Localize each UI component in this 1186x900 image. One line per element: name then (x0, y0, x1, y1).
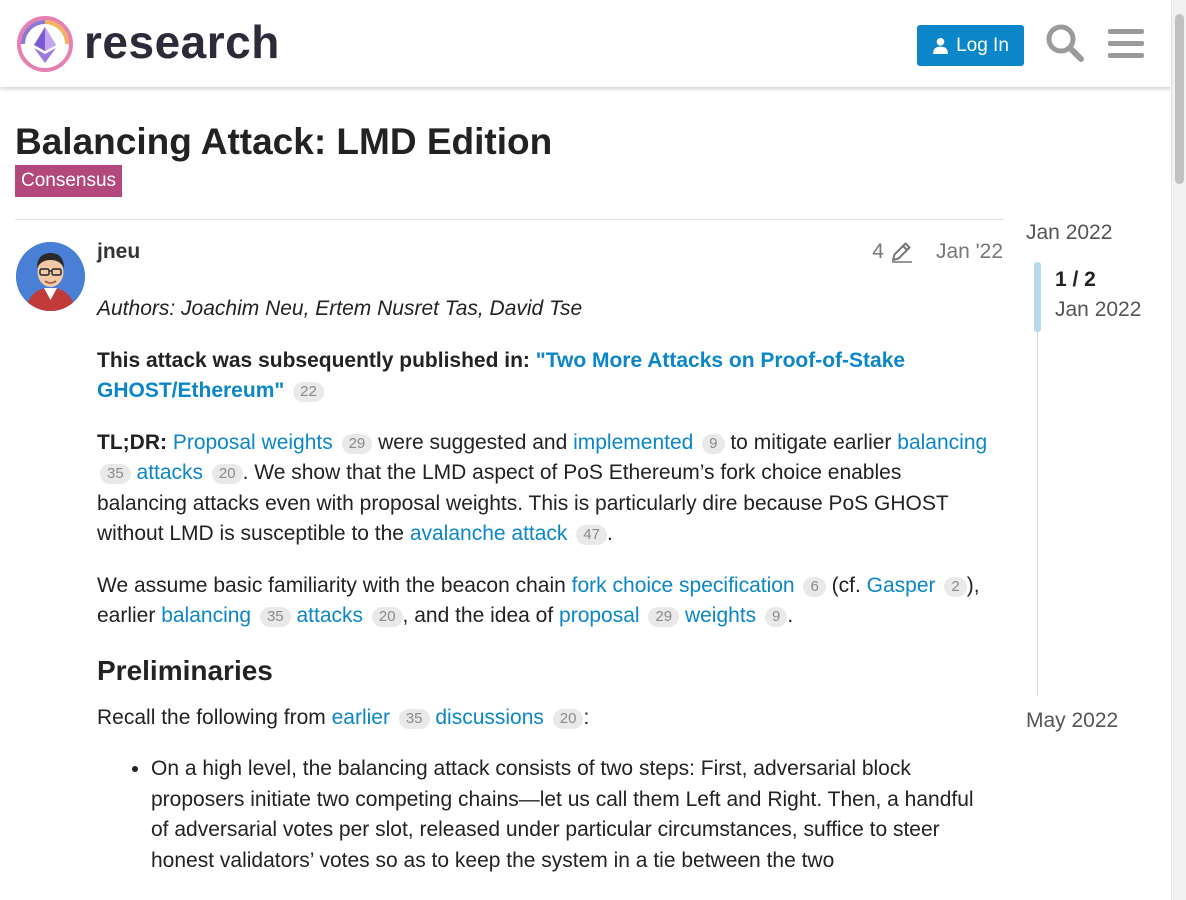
click-count-badge: 35 (259, 607, 291, 627)
post-username[interactable]: jneu (97, 240, 140, 264)
click-count-badge: 9 (765, 607, 788, 627)
gasper-link[interactable]: Gasper (867, 574, 936, 597)
pencil-icon (891, 242, 912, 263)
earlier-link[interactable]: earlier (332, 706, 390, 729)
implemented-link[interactable]: implemented (573, 431, 693, 454)
post-date[interactable]: Jan '22 (936, 240, 1003, 264)
click-count-badge: 9 (702, 433, 725, 454)
authors-line: Authors: Joachim Neu, Ertem Nusret Tas, … (97, 297, 583, 320)
timeline-position-date: Jan 2022 (1055, 298, 1142, 321)
body-text: were suggested and (372, 430, 574, 454)
body-text: . (787, 604, 794, 627)
tldr-paragraph: TL;DR: Proposal weights 29 were suggeste… (97, 428, 992, 550)
body-text: to mitigate earlier (724, 430, 898, 454)
timeline-scroller-handle[interactable] (1034, 262, 1041, 332)
tldr-label: TL;DR: (97, 430, 167, 454)
timeline-position: 1 / 2 (1055, 268, 1096, 291)
click-count-badge: 35 (100, 464, 131, 484)
login-label: Log In (956, 34, 1009, 56)
topic-title[interactable]: Balancing Attack: LMD Edition (15, 121, 552, 163)
timeline-end-date[interactable]: May 2022 (1026, 709, 1118, 733)
click-count-badge: 35 (398, 708, 430, 729)
weights-link[interactable]: weights (685, 604, 756, 627)
click-count-badge: 20 (211, 464, 243, 484)
avalanche-attack-link[interactable]: avalanche attack (410, 522, 568, 545)
search-icon[interactable] (1044, 22, 1086, 64)
site-header: research Log In (0, 0, 1171, 87)
page-scrollbar[interactable] (1171, 0, 1186, 900)
publication-prefix: This attack was subsequently published i… (97, 348, 536, 372)
body-text: . (606, 522, 613, 545)
post-body: Authors: Joachim Neu, Ertem Nusret Tas, … (97, 294, 992, 876)
list-item: On a high level, the balancing attack co… (151, 754, 992, 876)
body-text: Recall the following from (97, 705, 332, 729)
proposal-weights-link[interactable]: Proposal weights (173, 431, 333, 454)
publication-paragraph: This attack was subsequently published i… (97, 346, 992, 407)
click-count-badge: 47 (576, 525, 607, 545)
assumptions-paragraph: We assume basic familiarity with the bea… (97, 571, 992, 632)
click-count-badge: 29 (648, 607, 680, 627)
click-count-badge: 22 (293, 382, 324, 402)
edit-count: 4 (872, 240, 884, 263)
preliminaries-list: On a high level, the balancing attack co… (151, 754, 992, 876)
site-logo[interactable]: research (16, 15, 280, 73)
click-count-badge: 29 (341, 433, 373, 454)
edit-history-button[interactable]: 4 (872, 240, 914, 264)
click-count-badge: 6 (803, 576, 826, 597)
category-badge[interactable]: Consensus (15, 165, 123, 197)
avatar-image (16, 242, 85, 311)
user-icon (933, 37, 949, 54)
body-text: We assume basic familiarity with the bea… (97, 573, 572, 597)
balancing-link[interactable]: balancing (897, 431, 987, 454)
body-text: : (583, 705, 590, 729)
balancing-link[interactable]: balancing (161, 604, 251, 627)
ethereum-logo-icon (17, 16, 73, 72)
timeline-start-date[interactable]: Jan 2022 (1026, 221, 1112, 245)
fork-choice-spec-link[interactable]: fork choice specification (572, 574, 795, 597)
recall-paragraph: Recall the following from earlier 35 dis… (97, 703, 992, 734)
post-meta: 4 Jan '22 (872, 240, 1003, 264)
attacks-link[interactable]: attacks (296, 604, 363, 627)
body-text: (cf. (825, 573, 867, 597)
discussions-link[interactable]: discussions (435, 706, 544, 729)
title-divider (15, 219, 1004, 220)
scrollbar-thumb[interactable] (1175, 14, 1184, 184)
user-avatar[interactable] (16, 242, 85, 311)
site-name: research (84, 16, 280, 68)
click-count-badge: 20 (552, 708, 584, 729)
click-count-badge: 20 (371, 607, 403, 627)
body-text: , and the idea of (402, 604, 560, 627)
authors-paragraph: Authors: Joachim Neu, Ertem Nusret Tas, … (97, 294, 992, 325)
login-button[interactable]: Log In (917, 25, 1024, 66)
attacks-link[interactable]: attacks (137, 461, 204, 484)
hamburger-menu-icon[interactable] (1105, 22, 1147, 64)
proposal-link[interactable]: proposal (559, 604, 640, 627)
preliminaries-heading: Preliminaries (97, 654, 273, 686)
click-count-badge: 2 (944, 576, 967, 597)
